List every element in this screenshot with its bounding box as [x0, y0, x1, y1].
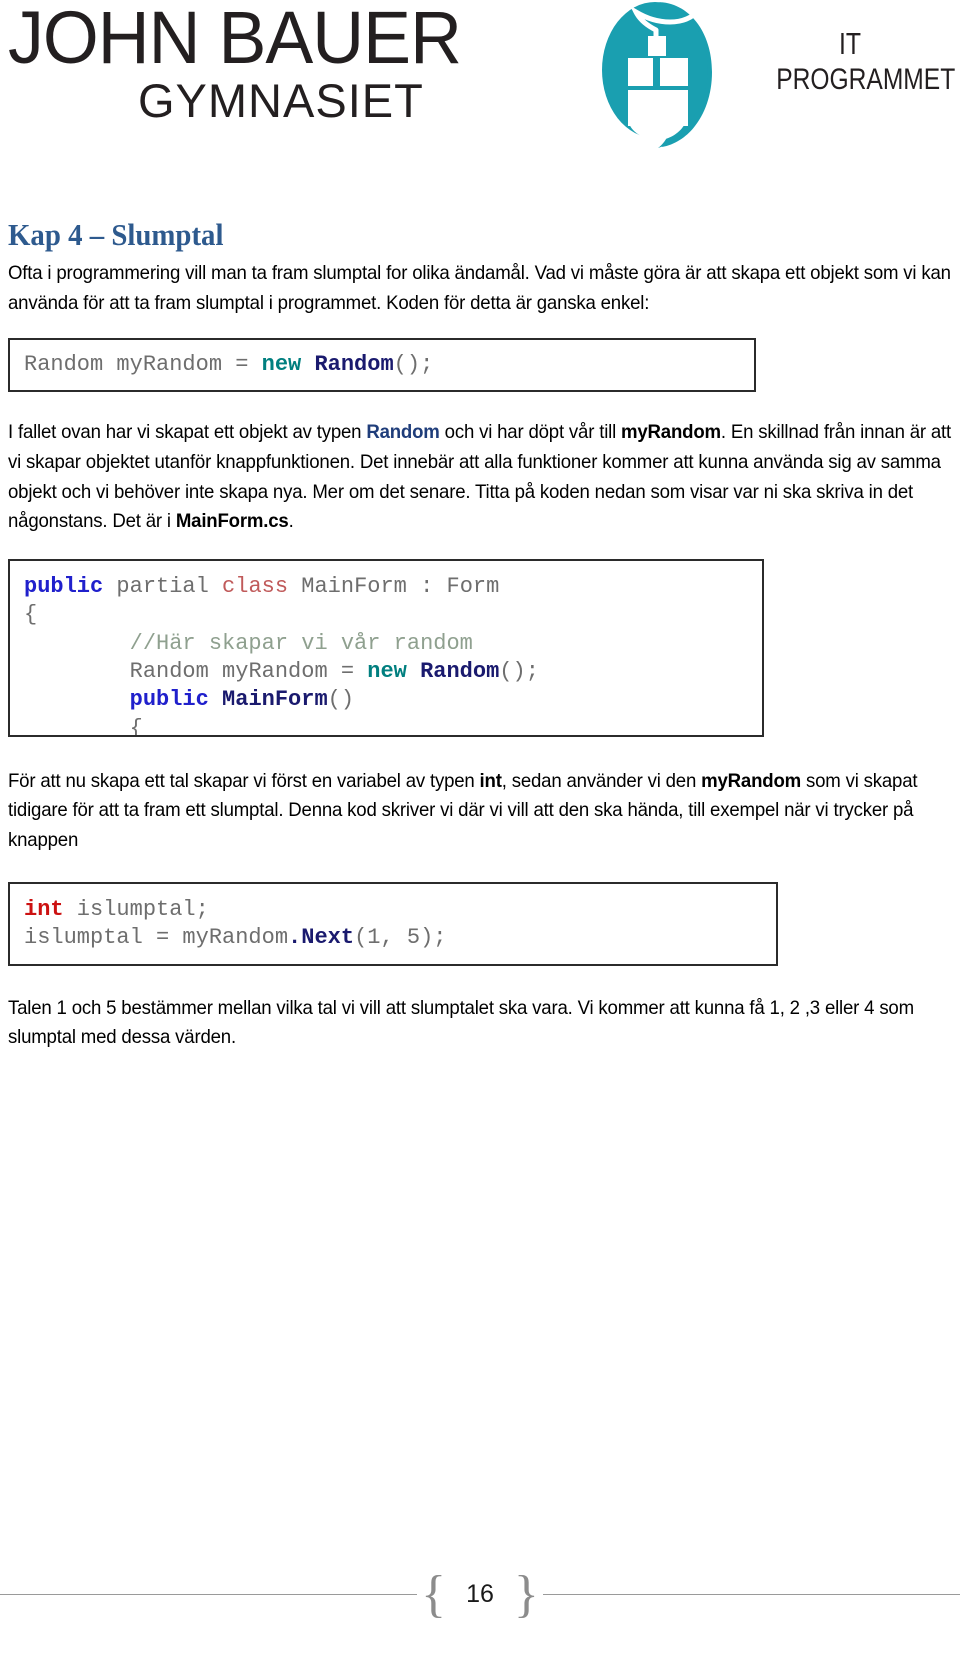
it-program-label: IT PROGRAMMET [760, 26, 956, 96]
para3-keyword-int: int [479, 769, 502, 792]
page-footer: { 16 } [0, 1566, 960, 1623]
code-token-public-2: public [129, 687, 209, 713]
logo-text-john-bauer: JOHN BAUER [8, 0, 462, 79]
code-token-islumptal-assign: islumptal = myRandom [24, 925, 289, 950]
code-token-public: public [24, 573, 104, 599]
code-token-int-keyword: int [24, 896, 64, 922]
code-token-ctor-parens: () [327, 687, 355, 713]
code-token-random-type: Random [314, 352, 394, 378]
para2-part1: I fallet ovan har vi skapat ett objekt a… [8, 421, 367, 444]
para3-part1: För att nu skapa ett tal skapar vi först… [8, 769, 480, 792]
code-token-next-method: .Next [288, 925, 355, 950]
code-token-open-brace: { [24, 602, 38, 628]
logo-text-it: IT [838, 26, 862, 61]
code-token-comment: //Här skapar vi vår random [24, 630, 473, 656]
footer-divider-right [542, 1594, 960, 1596]
footer-divider-left [0, 1594, 418, 1596]
footer-brace-right: } [513, 1566, 539, 1623]
code-token-indent [24, 659, 130, 684]
code-block-islumptal: int islumptal; islumptal = myRandom.Next… [8, 881, 778, 966]
code-token-islumptal-decl: islumptal; [63, 896, 209, 922]
page-header: JOHN BAUER GYMNASIET IT PROGRAMMET [0, 0, 960, 165]
paragraph-int-variable: För att nu skapa ett tal skapar vi först… [8, 767, 958, 856]
logo-text-programmet: PROGRAMMET [776, 63, 956, 96]
code-token-random-type-2: Random [420, 658, 500, 684]
code-token-mainform-ctor: MainForm [222, 687, 328, 713]
para2-keyword-random: Random [366, 421, 440, 444]
para2-part4: . [288, 510, 294, 533]
paragraph-conclusion: Talen 1 och 5 bestämmer mellan vilka tal… [8, 994, 958, 1053]
document-body: Kap 4 – Slumptal Ofta i programmering vi… [0, 217, 960, 1053]
code-token-class-keyword: class [222, 573, 289, 599]
page-number: 16 [466, 1580, 494, 1609]
code-token-inner-brace: { [24, 715, 143, 737]
code-token-new-keyword: new [261, 352, 302, 378]
school-logo-wordmark: JOHN BAUER GYMNASIET [8, 0, 608, 128]
code-token-next-args: (1, 5); [354, 925, 447, 950]
para3-part2: , sedan använder vi den [501, 769, 702, 792]
para4-text: Talen 1 och 5 bestämmer mellan vilka tal… [8, 996, 914, 1049]
logo-text-gymnasiet: GYMNASIET [138, 74, 424, 128]
code-token-space-2 [407, 659, 420, 684]
code-token-new-keyword-2: new [367, 658, 407, 684]
code-token-partial: partial [103, 573, 223, 599]
code-token-parens: (); [393, 352, 434, 378]
code-token-space-3 [209, 687, 222, 712]
code-token-class-signature: MainForm : Form [288, 573, 500, 599]
code-block-random-declaration: Random myRandom = new Random(); [8, 338, 756, 393]
code-token-random-decl: Random myRandom = [129, 658, 368, 684]
code-block-mainform-class: public partial class MainForm : Form { /… [8, 558, 764, 737]
code-token-indent-2 [24, 687, 130, 712]
paragraph-explanation: I fallet ovan har vi skapat ett objekt a… [8, 418, 958, 537]
footer-brace-left: { [421, 1566, 447, 1623]
para3-keyword-myrandom: myRandom [701, 769, 802, 792]
code-token-plain: Random myRandom = [24, 352, 262, 378]
para2-keyword-mainform: MainForm.cs [175, 510, 289, 533]
para2-part2: och vi har döpt vår till [439, 421, 622, 444]
paragraph-intro-text: Ofta i programmering vill man ta fram sl… [8, 262, 951, 314]
para2-keyword-myrandom: myRandom [621, 421, 721, 444]
code-token-parens-2: (); [499, 658, 539, 684]
computer-mouse-icon [600, 0, 715, 150]
paragraph-intro: Ofta i programmering vill man ta fram sl… [8, 259, 958, 318]
chapter-title: Kap 4 – Slumptal [8, 217, 224, 252]
